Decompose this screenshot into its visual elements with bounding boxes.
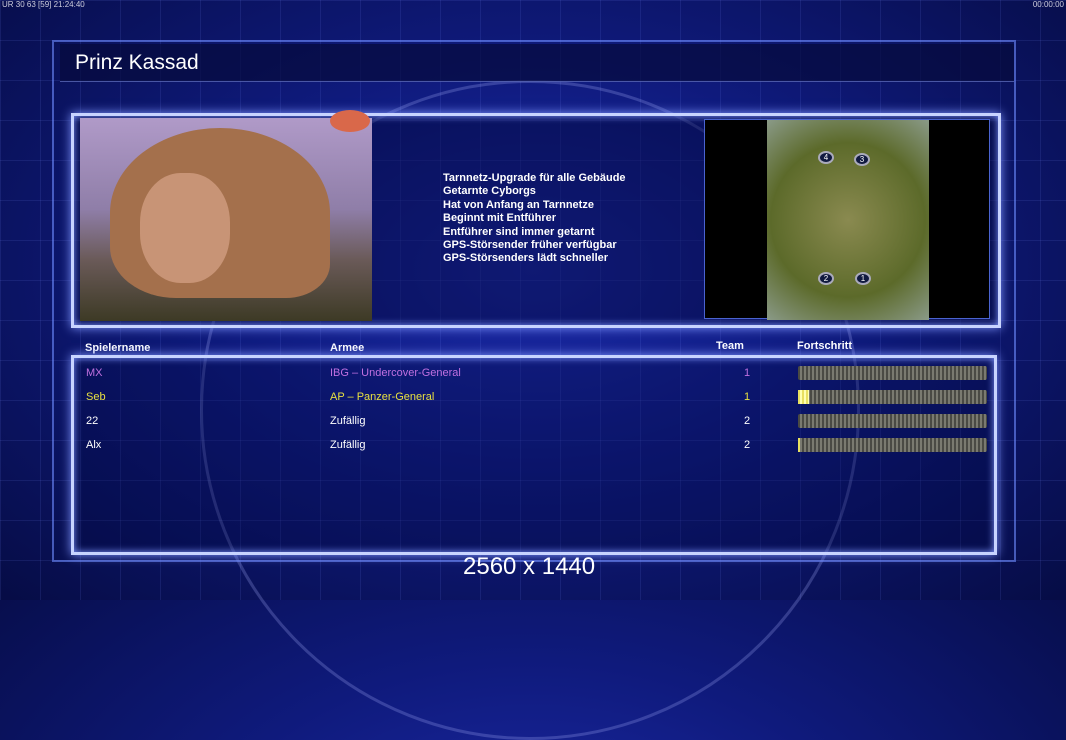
header-team: Team bbox=[716, 340, 744, 352]
resolution-label: 2560 x 1440 bbox=[463, 553, 596, 580]
header-progress: Fortschritt bbox=[797, 340, 852, 352]
player-row: Seb AP – Panzer-General 1 bbox=[0, 390, 1066, 415]
spawn-4: 4 bbox=[818, 151, 834, 164]
player-name: MX bbox=[86, 367, 103, 379]
map-preview: 4 3 2 1 bbox=[704, 119, 990, 320]
feature: Tarnnetz-Upgrade für alle Gebäude bbox=[443, 172, 626, 184]
general-portrait bbox=[80, 110, 372, 321]
feature: GPS-Störsender früher verfügbar bbox=[443, 239, 617, 252]
player-army: Zufällig bbox=[330, 415, 366, 427]
title-bar bbox=[60, 44, 1014, 82]
feature-list: Tarnnetz-Upgrade für alle Gebäude Getarn… bbox=[443, 172, 626, 266]
player-team: 1 bbox=[744, 391, 751, 403]
progress-bar bbox=[798, 366, 987, 380]
player-army: IBG – Undercover-General bbox=[330, 367, 461, 379]
player-team: 2 bbox=[744, 415, 751, 427]
spawn-3: 3 bbox=[854, 153, 870, 166]
general-title: Prinz Kassad bbox=[75, 51, 199, 74]
progress-bar bbox=[798, 438, 987, 452]
feature: Beginnt mit Entführer bbox=[443, 212, 557, 225]
header-name: Spielername bbox=[85, 342, 151, 354]
player-army: AP – Panzer-General bbox=[330, 391, 435, 403]
player-row: Alx Zufällig 2 bbox=[0, 438, 1066, 463]
progress-bar bbox=[798, 414, 987, 428]
header-army: Armee bbox=[330, 342, 365, 354]
feature: Hat von Anfang an Tarnnetze bbox=[443, 198, 594, 211]
player-name: 22 bbox=[86, 415, 99, 427]
feature: Getarnte Cyborgs bbox=[443, 185, 536, 198]
feature: GPS-Störsenders lädt schneller bbox=[443, 252, 609, 265]
player-row: 22 Zufällig 2 bbox=[0, 414, 1066, 439]
progress-bar bbox=[798, 390, 987, 404]
spawn-1: 1 bbox=[855, 272, 871, 285]
progress-fill bbox=[798, 390, 810, 404]
feature: Entführer sind immer getarnt bbox=[443, 225, 595, 238]
hud-status: UR 30 63 [59] 21:24:40 bbox=[2, 0, 85, 9]
player-name: Seb bbox=[86, 391, 106, 403]
player-army: Zufällig bbox=[330, 439, 366, 451]
player-row: MX IBG – Undercover-General 1 bbox=[0, 366, 1066, 391]
player-team: 2 bbox=[744, 439, 751, 451]
player-team: 1 bbox=[744, 367, 751, 379]
progress-fill bbox=[798, 438, 800, 452]
spawn-2: 2 bbox=[818, 272, 834, 285]
player-name: Alx bbox=[86, 439, 102, 451]
hud-timer: 00:00:00 bbox=[1032, 0, 1064, 9]
